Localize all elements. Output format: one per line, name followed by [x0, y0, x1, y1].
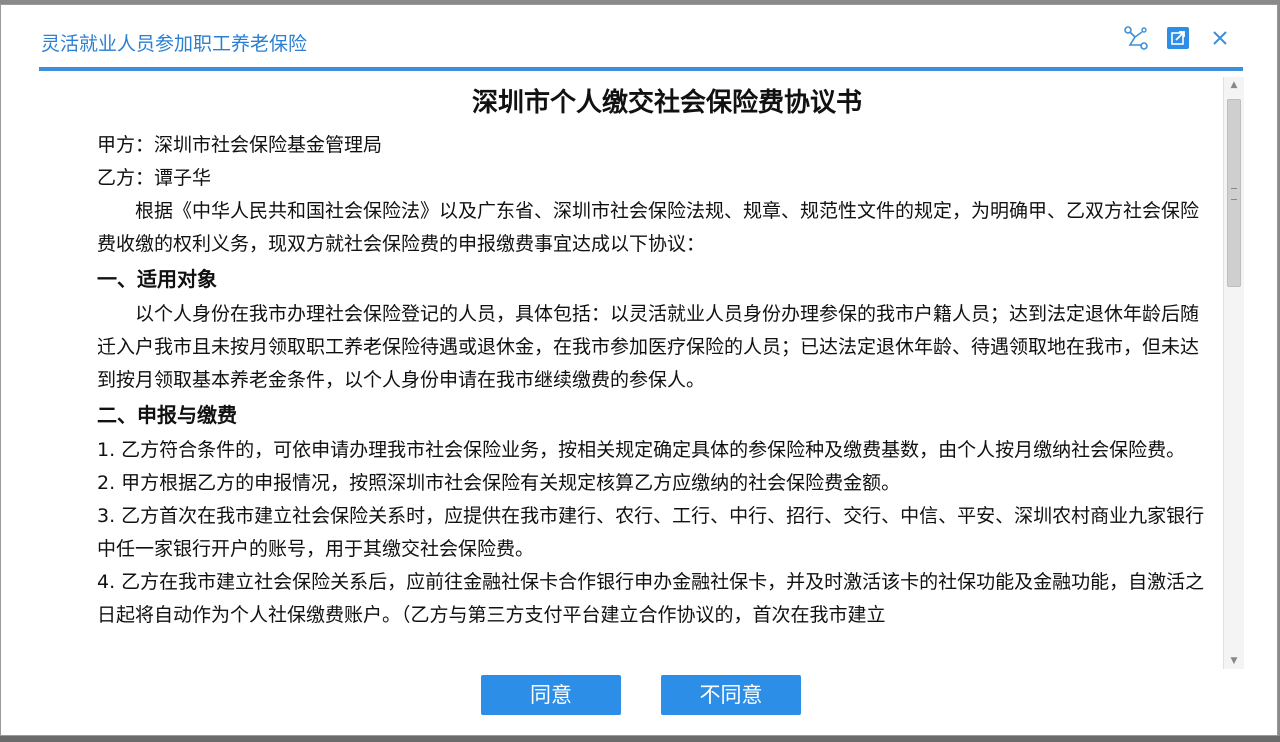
- title-divider: [39, 67, 1243, 71]
- party-a: 甲方：深圳市社会保险基金管理局: [97, 134, 383, 156]
- intro-paragraph: 根据《中华人民共和国社会保险法》以及广东省、深圳市社会保险法规、规章、规范性文件…: [97, 200, 1200, 255]
- grip-icon: [1231, 188, 1237, 200]
- agree-button[interactable]: 同意: [481, 675, 621, 715]
- scroll-down-icon[interactable]: ▼: [1224, 653, 1244, 669]
- background-strip: [0, 736, 1280, 742]
- section-1-heading: 一、适用对象: [97, 267, 217, 291]
- party-b: 乙方：谭子华: [97, 167, 212, 189]
- vertical-scrollbar[interactable]: ▲ ▼: [1223, 77, 1244, 669]
- disagree-button[interactable]: 不同意: [661, 675, 801, 715]
- scroll-up-icon[interactable]: ▲: [1224, 77, 1244, 93]
- agreement-text-area[interactable]: 深圳市个人缴交社会保险费协议书 甲方：深圳市社会保险基金管理局 乙方：谭子华 根…: [97, 81, 1217, 667]
- popout-icon[interactable]: [1165, 25, 1191, 51]
- agreement-dialog: 灵活就业人员参加职工养老保险 深圳市个人缴交社会保险费协议书 甲方：深圳市社会保…: [0, 4, 1278, 736]
- titlebar-icons: [1123, 25, 1233, 51]
- clause-item: 4. 乙方在我市建立社会保险关系后，应前往金融社保卡合作银行申办金融社保卡，并及…: [97, 571, 1205, 626]
- close-icon[interactable]: [1207, 25, 1233, 51]
- dialog-titlebar: 灵活就业人员参加职工养老保险: [1, 5, 1277, 71]
- scrollbar-thumb[interactable]: [1227, 99, 1241, 287]
- connect-icon[interactable]: [1123, 25, 1149, 51]
- section-1-body: 以个人身份在我市办理社会保险登记的人员，具体包括：以灵活就业人员身份办理参保的我…: [97, 303, 1200, 391]
- clause-item: 1. 乙方符合条件的，可依申请办理我市社会保险业务，按相关规定确定具体的参保险种…: [97, 439, 1186, 461]
- clause-item: 2. 甲方根据乙方的申报情况，按照深圳市社会保险有关规定核算乙方应缴纳的社会保险…: [97, 472, 901, 494]
- document-title: 深圳市个人缴交社会保险费协议书: [471, 88, 862, 118]
- dialog-title: 灵活就业人员参加职工养老保险: [41, 33, 308, 55]
- clause-item: 3. 乙方首次在我市建立社会保险关系时，应提供在我市建行、农行、工行、中行、招行…: [97, 505, 1205, 560]
- section-2-heading: 二、申报与缴费: [97, 403, 237, 427]
